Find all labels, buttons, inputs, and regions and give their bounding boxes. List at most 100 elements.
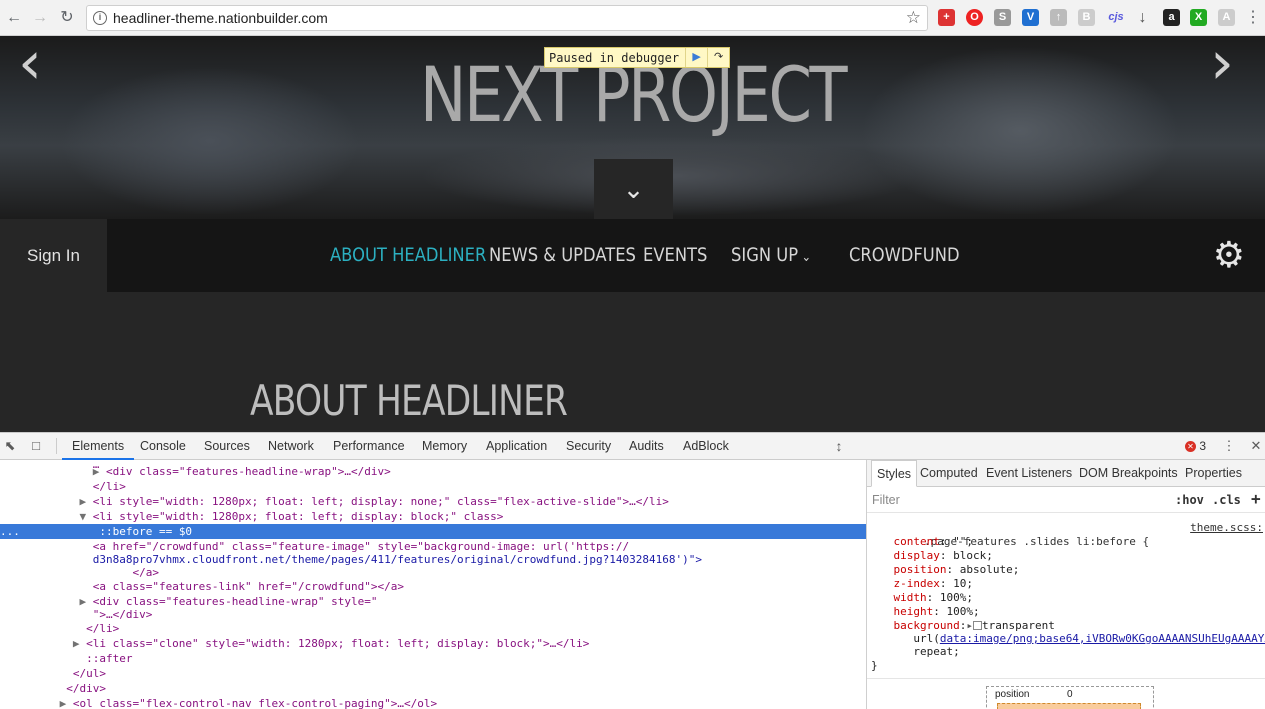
decl-background-repeat: repeat; xyxy=(913,645,960,658)
cjs-icon[interactable]: cjs xyxy=(1104,9,1128,26)
amazon-icon[interactable]: a xyxy=(1163,9,1180,26)
sidebar-tabs: Styles Computed Event Listeners DOM Brea… xyxy=(867,460,1265,487)
nav-about-headliner[interactable]: ABOUT HEADLINER xyxy=(330,219,486,292)
dom-line[interactable]: ">…</div> xyxy=(0,607,866,622)
ext-red-icon[interactable]: + xyxy=(938,9,955,26)
ext-b-icon[interactable]: B xyxy=(1078,9,1095,26)
error-count-badge[interactable]: ✕ 3 xyxy=(1185,439,1206,453)
next-slide-icon[interactable]: › xyxy=(1210,36,1234,98)
nav-crowdfund[interactable]: CROWDFUND xyxy=(849,219,960,292)
tab-performance[interactable]: Performance xyxy=(333,433,405,460)
reload-icon[interactable]: ↻ xyxy=(57,8,77,28)
tab-elements[interactable]: Elements xyxy=(62,433,135,460)
tab-security[interactable]: Security xyxy=(566,433,611,460)
opera-icon[interactable]: O xyxy=(966,9,983,26)
styles-filter-row: Filter :hov .cls + xyxy=(867,487,1265,513)
browser-toolbar: ← → ↻ i headliner-theme.nationbuilder.co… xyxy=(0,0,1265,36)
decl-background[interactable]: background:▸ transparent xyxy=(867,619,1265,633)
nav-sign-up[interactable]: SIGN UP ⌄ xyxy=(731,219,811,292)
dom-line[interactable]: </li> xyxy=(0,479,866,494)
tab-application[interactable]: Application xyxy=(486,433,547,460)
cls-toggle[interactable]: .cls xyxy=(1212,493,1241,507)
error-count: 3 xyxy=(1199,439,1207,453)
nav-sign-up-label: SIGN UP xyxy=(731,244,799,266)
tab-adblock[interactable]: AdBlock xyxy=(683,433,729,460)
styles-sidebar: Styles Computed Event Listeners DOM Brea… xyxy=(867,460,1265,709)
download-icon[interactable]: ↓ xyxy=(1134,9,1151,26)
box-model-position-label: position xyxy=(995,689,1030,700)
hov-toggle[interactable]: :hov xyxy=(1175,493,1204,507)
section-title: ABOUT HEADLINER xyxy=(250,376,568,425)
dom-line[interactable]: ▶ <li style="width: 1280px; float: left;… xyxy=(0,494,866,509)
error-icon: ✕ xyxy=(1185,441,1196,452)
inspect-element-icon[interactable]: ⬉ xyxy=(2,438,18,454)
elements-tree: … ▶ <div class="features-headline-wrap">… xyxy=(0,460,866,709)
ext-green-icon[interactable]: X xyxy=(1190,9,1207,26)
dom-line[interactable]: <a class="features-link" href="/crowdfun… xyxy=(0,579,866,594)
gear-icon[interactable]: ⚙ xyxy=(1213,237,1245,273)
back-arrow-icon[interactable]: ← xyxy=(4,8,24,28)
main-nav: Sign In ABOUT HEADLINER NEWS & UPDATES E… xyxy=(0,219,1265,292)
decl-height[interactable]: height: 100%; xyxy=(867,605,1265,619)
dom-line[interactable]: </a> xyxy=(0,565,866,580)
chevron-down-icon: ⌄ xyxy=(798,250,812,265)
dom-line[interactable]: ▶ <li class="clone" style="width: 1280px… xyxy=(0,636,866,651)
browser-menu-icon[interactable]: ⋮ xyxy=(1243,8,1263,28)
decl-background-url: url(data:image/png;base64,iVBORw0KGgoAAA… xyxy=(867,632,1265,646)
tab-dom-breakpoints[interactable]: DOM Breakpoints xyxy=(1079,460,1178,487)
decl-width[interactable]: width: 100%; xyxy=(867,591,1265,605)
step-over-icon[interactable]: ↷ xyxy=(707,48,729,67)
pin-icon[interactable]: ↑ xyxy=(1050,9,1067,26)
ext-vue-icon[interactable]: V xyxy=(1022,9,1039,26)
dom-line[interactable]: </li> xyxy=(0,621,866,636)
url-text: headliner-theme.nationbuilder.com xyxy=(113,10,328,26)
decl-z-index[interactable]: z-index: 10; xyxy=(867,577,1265,591)
rule-source-link[interactable]: theme.scss: xyxy=(1190,521,1263,535)
tab-computed[interactable]: Computed xyxy=(920,460,978,487)
nav-events[interactable]: EVENTS xyxy=(643,219,707,292)
decl-position[interactable]: position: absolute; xyxy=(867,563,1265,577)
sign-in-link[interactable]: Sign In xyxy=(0,219,107,292)
tab-network[interactable]: Network xyxy=(268,433,314,460)
decl-display[interactable]: display: block; xyxy=(867,549,1265,563)
scroll-down-chevron-icon[interactable]: ⌄ xyxy=(594,159,673,219)
bookmark-star-icon[interactable]: ☆ xyxy=(906,8,921,28)
site-info-icon[interactable]: i xyxy=(93,11,107,25)
tab-properties[interactable]: Properties xyxy=(1185,460,1242,487)
dom-line[interactable]: ▶ <div class="features-headline-wrap">…<… xyxy=(0,464,866,479)
box-model-position-value[interactable]: 0 xyxy=(1067,689,1073,700)
close-devtools-icon[interactable]: ✕ xyxy=(1248,438,1264,454)
ext-s-icon[interactable]: S xyxy=(994,9,1011,26)
dom-line[interactable]: ▶ <ol class="flex-control-nav flex-contr… xyxy=(0,696,866,709)
resize-cursor-icon: ↕ xyxy=(835,438,843,454)
forward-arrow-icon[interactable]: → xyxy=(30,8,50,28)
decl-content[interactable]: content: ""; xyxy=(867,535,1265,549)
dom-line[interactable]: </div> xyxy=(0,681,866,696)
hero-banner: ‹ › NEXT PROJECT Paused in debugger ▶ ↷ … xyxy=(0,36,1265,219)
bg-data-url-link[interactable]: data:image/png;base64,iVBORw0KGgoAAAANSU… xyxy=(940,632,1265,645)
tab-memory[interactable]: Memory xyxy=(422,433,467,460)
tab-styles[interactable]: Styles xyxy=(871,460,918,487)
devtools-menu-icon[interactable]: ⋮ xyxy=(1221,438,1237,454)
dom-line[interactable]: ▼ <li style="width: 1280px; float: left;… xyxy=(0,509,866,524)
dom-line[interactable]: </ul> xyxy=(0,666,866,681)
filter-input[interactable]: Filter xyxy=(872,493,900,507)
add-rule-icon[interactable]: + xyxy=(1251,489,1261,508)
nav-news-updates[interactable]: NEWS & UPDATES xyxy=(489,219,636,292)
dom-line[interactable]: ::after xyxy=(0,651,866,666)
box-model-diagram: position 0 xyxy=(986,686,1154,709)
color-swatch-icon[interactable] xyxy=(972,621,982,630)
tab-audits[interactable]: Audits xyxy=(629,433,664,460)
prev-slide-icon[interactable]: ‹ xyxy=(18,36,42,98)
resume-icon[interactable]: ▶ xyxy=(685,48,707,67)
devtools-toolbar: ⬉ □ Elements Console Sources Network Per… xyxy=(0,433,1265,460)
dom-line-selected[interactable]: ... ::before == $0 xyxy=(0,524,866,539)
tab-sources[interactable]: Sources xyxy=(204,433,250,460)
tab-console[interactable]: Console xyxy=(140,433,186,460)
tab-event-listeners[interactable]: Event Listeners xyxy=(986,460,1072,487)
ext-a-icon[interactable]: A xyxy=(1218,9,1235,26)
debugger-label: Paused in debugger xyxy=(549,50,680,65)
paused-debugger-banner: Paused in debugger ▶ ↷ xyxy=(544,47,731,68)
device-toolbar-icon[interactable]: □ xyxy=(28,438,44,454)
address-bar[interactable]: i headliner-theme.nationbuilder.com ☆ xyxy=(86,5,928,31)
